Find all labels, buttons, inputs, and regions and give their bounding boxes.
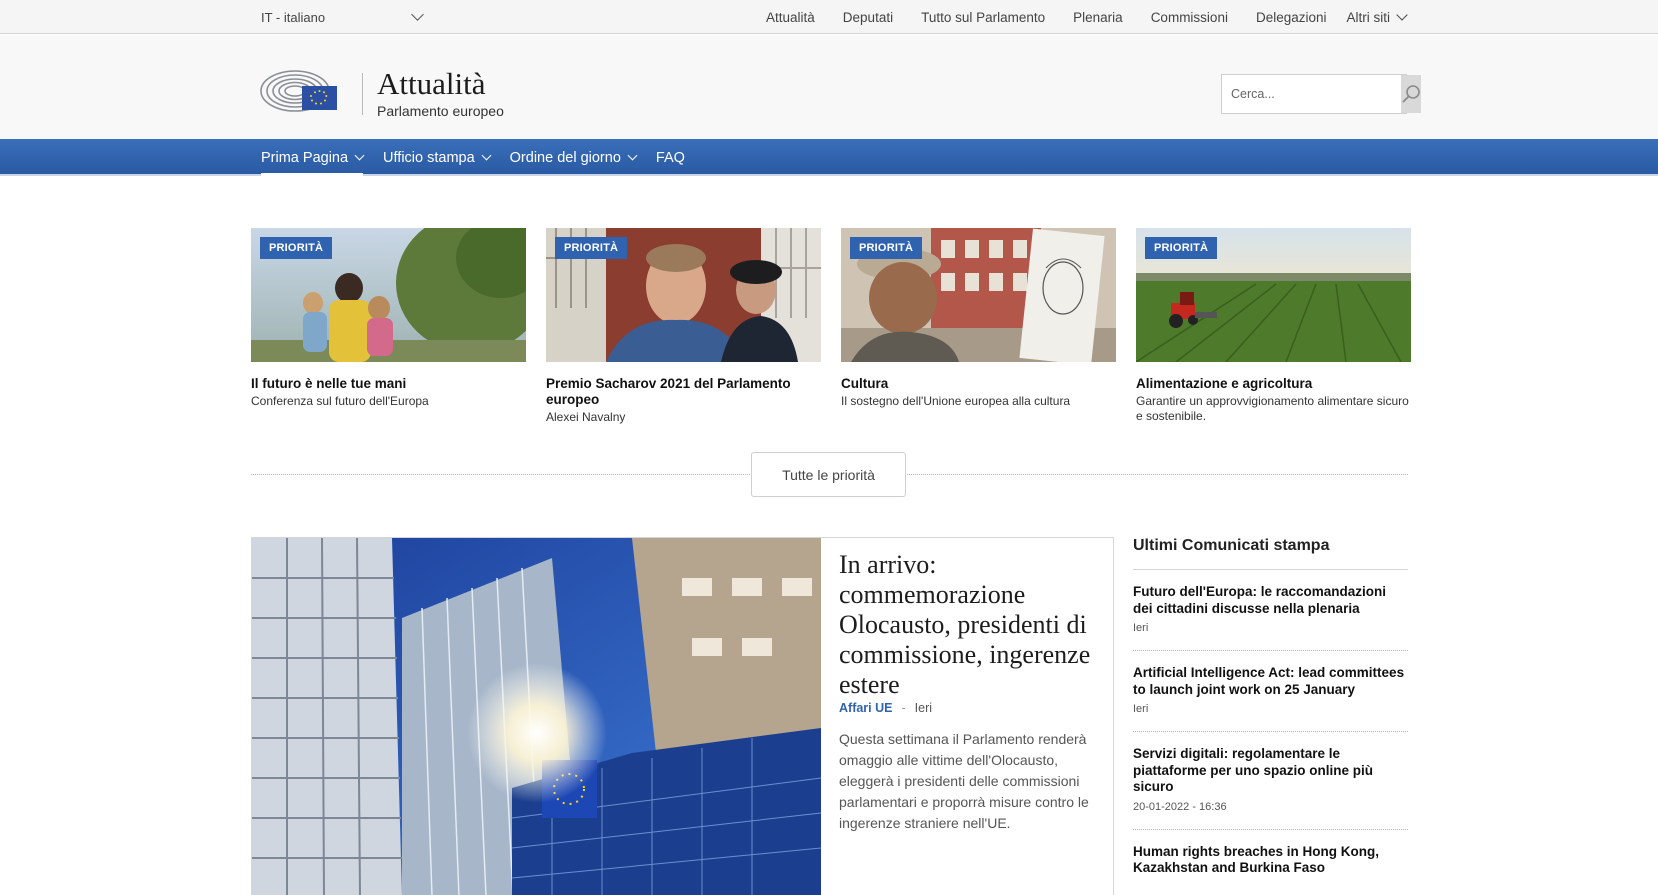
chevron-down-icon: [1396, 9, 1408, 21]
top-links: Attualità Deputati Tutto sul Parlamento …: [752, 0, 1408, 34]
other-sites-menu[interactable]: Altri siti: [1341, 9, 1408, 25]
press-release-title: Futuro dell'Europa: le raccomandazioni d…: [1133, 584, 1386, 616]
meta-separator: -: [901, 701, 906, 715]
priority-badge: PRIORITÀ: [260, 237, 333, 259]
article-category-link[interactable]: Affari UE: [839, 701, 892, 715]
priority-image: PRIORITÀ: [1136, 228, 1411, 362]
featured-article-meta: Affari UE - Ieri: [839, 701, 1099, 715]
press-releases-panel: Ultimi Comunicati stampa Futuro dell'Eur…: [1133, 537, 1408, 895]
nav-item-label: Ufficio stampa: [383, 149, 475, 166]
language-selector[interactable]: IT - italiano: [261, 0, 426, 34]
priority-subtitle: Il sostegno dell'Unione europea alla cul…: [841, 394, 1071, 408]
chevron-down-icon: [481, 150, 492, 161]
press-releases-heading: Ultimi Comunicati stampa: [1133, 537, 1408, 570]
top-link-delegazioni[interactable]: Delegazioni: [1242, 10, 1341, 25]
press-release-date: 20-01-2022 - 16:36: [1133, 800, 1227, 813]
top-link-plenaria[interactable]: Plenaria: [1059, 10, 1137, 25]
priority-badge: PRIORITÀ: [555, 237, 628, 259]
search-input[interactable]: [1222, 75, 1401, 113]
priority-title: Cultura: [841, 376, 889, 391]
priority-title: Il futuro è nelle tue mani: [251, 376, 407, 391]
top-link-attualita[interactable]: Attualità: [752, 10, 829, 25]
priority-subtitle: Alexei Navalny: [546, 410, 626, 424]
top-link-parlamento[interactable]: Tutto sul Parlamento: [907, 10, 1059, 25]
search-button[interactable]: [1401, 75, 1421, 113]
press-release-date: Ieri: [1133, 622, 1149, 634]
search-box: [1221, 74, 1421, 114]
brand-separator: [362, 73, 363, 115]
article-date: Ieri: [914, 701, 933, 715]
chevron-down-icon: [411, 8, 424, 21]
featured-article-description: Questa settimana il Parlamento renderà o…: [839, 731, 1089, 831]
press-release-title: Artificial Intelligence Act: lead commit…: [1133, 665, 1405, 697]
nav-item-label: FAQ: [655, 149, 685, 166]
priority-badge: PRIORITÀ: [1145, 237, 1218, 259]
search-icon: [1402, 85, 1420, 103]
nav-item-label: Prima Pagina: [261, 149, 349, 166]
press-release-item[interactable]: Servizi digitali: regolamentare le piatt…: [1133, 732, 1408, 830]
priority-subtitle: Garantire un approvvigionamento alimenta…: [1136, 394, 1409, 423]
chevron-down-icon: [627, 150, 638, 161]
press-release-title: Human rights breaches in Hong Kong, Kaza…: [1133, 843, 1380, 876]
nav-item-ufficio-stampa[interactable]: Ufficio stampa: [383, 139, 492, 176]
priority-subtitle: Conferenza sul futuro dell'Europa: [251, 394, 429, 408]
priority-image: PRIORITÀ: [841, 228, 1116, 362]
priority-badge: PRIORITÀ: [850, 237, 923, 259]
press-release-item[interactable]: Futuro dell'Europa: le raccomandazioni d…: [1133, 570, 1408, 651]
site-subtitle: Parlamento europeo: [377, 103, 504, 119]
nav-item-prima-pagina[interactable]: Prima Pagina: [261, 139, 365, 176]
press-release-item[interactable]: Human rights breaches in Hong Kong, Kaza…: [1133, 830, 1408, 895]
site-header: Attualità Parlamento europeo: [0, 35, 1658, 139]
press-release-title: Servizi digitali: regolamentare le piatt…: [1133, 746, 1374, 794]
european-parliament-logo[interactable]: [259, 67, 343, 115]
featured-article: In arrivo: commemorazione Olocausto, pre…: [251, 537, 1114, 895]
featured-article-title[interactable]: In arrivo: commemorazione Olocausto, pre…: [839, 550, 1099, 700]
chevron-down-icon: [354, 150, 365, 161]
top-link-deputati[interactable]: Deputati: [829, 10, 907, 25]
nav-item-ordine-del-giorno[interactable]: Ordine del giorno: [509, 139, 638, 176]
priority-image: PRIORITÀ: [251, 228, 526, 362]
all-priorities-button[interactable]: Tutte le priorità: [751, 452, 906, 497]
nav-item-faq[interactable]: FAQ: [656, 139, 685, 176]
top-utility-bar: IT - italiano Attualità Deputati Tutto s…: [0, 0, 1658, 34]
site-title[interactable]: Attualità: [377, 66, 485, 102]
press-release-item[interactable]: Artificial Intelligence Act: lead commit…: [1133, 651, 1408, 732]
nav-item-label: Ordine del giorno: [509, 149, 621, 166]
top-link-commissioni[interactable]: Commissioni: [1137, 10, 1242, 25]
language-label: IT - italiano: [261, 9, 326, 25]
priority-title: Alimentazione e agricoltura: [1136, 376, 1313, 391]
priority-title: Premio Sacharov 2021 del Parlamento euro…: [546, 376, 791, 407]
priority-card-future-europe[interactable]: PRIORITÀ Il futuro è nelle tue mani Conf…: [251, 228, 526, 425]
press-release-date: Ieri: [1133, 703, 1149, 715]
featured-article-image[interactable]: [252, 538, 821, 895]
priority-image: PRIORITÀ: [546, 228, 821, 362]
other-sites-label: Altri siti: [1346, 9, 1391, 25]
priority-card-culture[interactable]: PRIORITÀ Cultura Il sostegno dell'Unione…: [841, 228, 1116, 425]
priority-card-sakharov[interactable]: PRIORITÀ Premio Sacharov 2021 del Parlam…: [546, 228, 821, 425]
priority-card-agriculture[interactable]: PRIORITÀ Alimentazione e agricoltura Gar…: [1136, 228, 1411, 425]
priority-cards: PRIORITÀ Il futuro è nelle tue mani Conf…: [251, 228, 1411, 425]
main-nav: Prima Pagina Ufficio stampa Ordine del g…: [0, 139, 1658, 176]
